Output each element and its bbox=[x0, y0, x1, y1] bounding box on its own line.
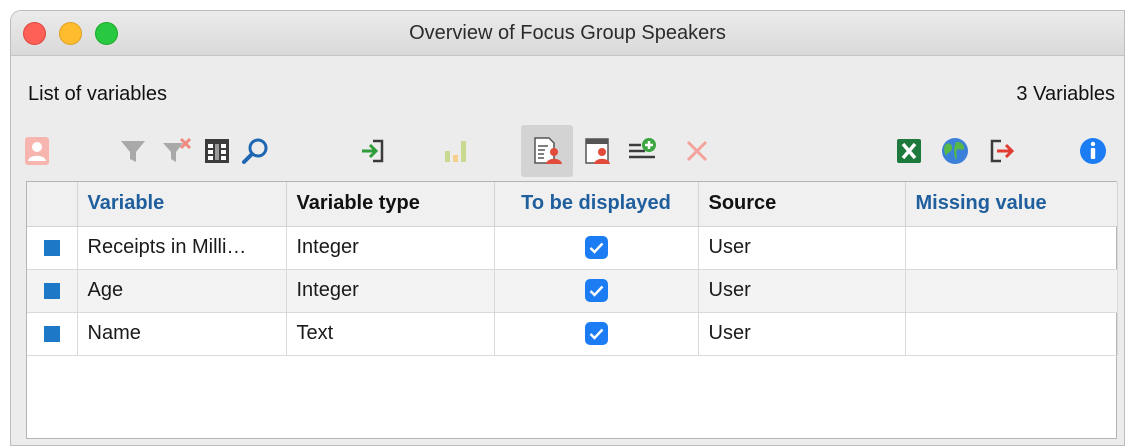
export-button[interactable] bbox=[975, 125, 1027, 177]
chart-button[interactable] bbox=[429, 125, 481, 177]
to-be-displayed-cell bbox=[494, 226, 699, 270]
variable-type-cell[interactable]: Integer bbox=[286, 226, 495, 270]
variable-name-cell[interactable]: Receipts in Milli… bbox=[77, 226, 287, 270]
delete-icon bbox=[686, 140, 708, 162]
bar-chart-icon bbox=[445, 141, 466, 162]
missing-value-cell[interactable] bbox=[905, 312, 1118, 356]
row-marker-square bbox=[43, 325, 60, 342]
variable-name-cell[interactable]: Name bbox=[77, 312, 287, 356]
row-marker-square bbox=[43, 239, 60, 256]
row-marker[interactable] bbox=[27, 312, 78, 356]
table-header-row: Variable Variable type To be displayed S… bbox=[27, 182, 1118, 227]
missing-value-cell[interactable] bbox=[905, 269, 1118, 313]
import-button[interactable] bbox=[347, 125, 399, 177]
variable-name-cell[interactable]: Age bbox=[77, 269, 287, 313]
missing-value-cell[interactable] bbox=[905, 226, 1118, 270]
focus-group-speakers-window: Overview of Focus Group Speakers List of… bbox=[10, 10, 1125, 446]
variable-count: 3 Variables bbox=[1016, 83, 1115, 105]
column-header-variable[interactable]: Variable bbox=[77, 182, 287, 227]
column-header-missing-value[interactable]: Missing value bbox=[905, 182, 1118, 227]
checkmark-icon bbox=[589, 328, 603, 340]
to-be-displayed-checkbox[interactable] bbox=[584, 236, 608, 260]
checkmark-icon bbox=[589, 242, 603, 254]
add-variable-icon bbox=[629, 138, 656, 159]
variable-type-cell[interactable]: Integer bbox=[286, 269, 495, 313]
excel-export-icon bbox=[897, 139, 921, 163]
search-icon bbox=[242, 138, 268, 164]
table-row[interactable]: Name Text User bbox=[27, 312, 1118, 356]
to-be-displayed-cell bbox=[494, 312, 699, 356]
table-row[interactable]: Age Integer User bbox=[27, 269, 1118, 313]
column-header-to-be-displayed[interactable]: To be displayed bbox=[494, 182, 699, 227]
checkmark-icon bbox=[589, 285, 603, 297]
add-variable-button[interactable] bbox=[617, 125, 669, 177]
table-row[interactable]: Receipts in Milli… Integer User bbox=[27, 226, 1118, 270]
columns-icon bbox=[205, 139, 229, 163]
to-be-displayed-cell bbox=[494, 269, 699, 313]
window-title: Overview of Focus Group Speakers bbox=[409, 22, 726, 44]
row-marker[interactable] bbox=[27, 269, 78, 313]
speaker-window-icon bbox=[585, 138, 610, 164]
marker-column-header bbox=[27, 182, 78, 227]
import-icon bbox=[362, 139, 384, 163]
excel-export-button[interactable] bbox=[883, 125, 935, 177]
row-marker-square bbox=[43, 282, 60, 299]
filter-icon bbox=[121, 141, 145, 162]
to-be-displayed-checkbox[interactable] bbox=[584, 322, 608, 346]
source-cell[interactable]: User bbox=[698, 269, 906, 313]
row-marker[interactable] bbox=[27, 226, 78, 270]
info-icon bbox=[1080, 138, 1106, 164]
speaker-card-button[interactable] bbox=[11, 125, 63, 177]
source-cell[interactable]: User bbox=[698, 226, 906, 270]
export-icon bbox=[990, 139, 1015, 163]
variable-type-cell[interactable]: Text bbox=[286, 312, 495, 356]
speaker-list-icon bbox=[534, 137, 562, 164]
list-title: List of variables bbox=[28, 83, 167, 105]
speaker-card-icon bbox=[25, 137, 49, 165]
remove-filter-icon bbox=[163, 137, 192, 162]
column-header-source[interactable]: Source bbox=[698, 182, 906, 227]
column-header-variable-type[interactable]: Variable type bbox=[286, 182, 495, 227]
variables-table: Variable Variable type To be displayed S… bbox=[26, 181, 1118, 439]
to-be-displayed-checkbox[interactable] bbox=[584, 279, 608, 303]
info-button[interactable] bbox=[1067, 125, 1119, 177]
web-export-button[interactable] bbox=[929, 125, 981, 177]
globe-export-icon bbox=[942, 138, 968, 164]
title-bar[interactable]: Overview of Focus Group Speakers bbox=[11, 11, 1124, 56]
source-cell[interactable]: User bbox=[698, 312, 906, 356]
delete-button[interactable] bbox=[671, 125, 723, 177]
speaker-list-button[interactable] bbox=[521, 125, 573, 177]
search-button[interactable] bbox=[229, 125, 281, 177]
